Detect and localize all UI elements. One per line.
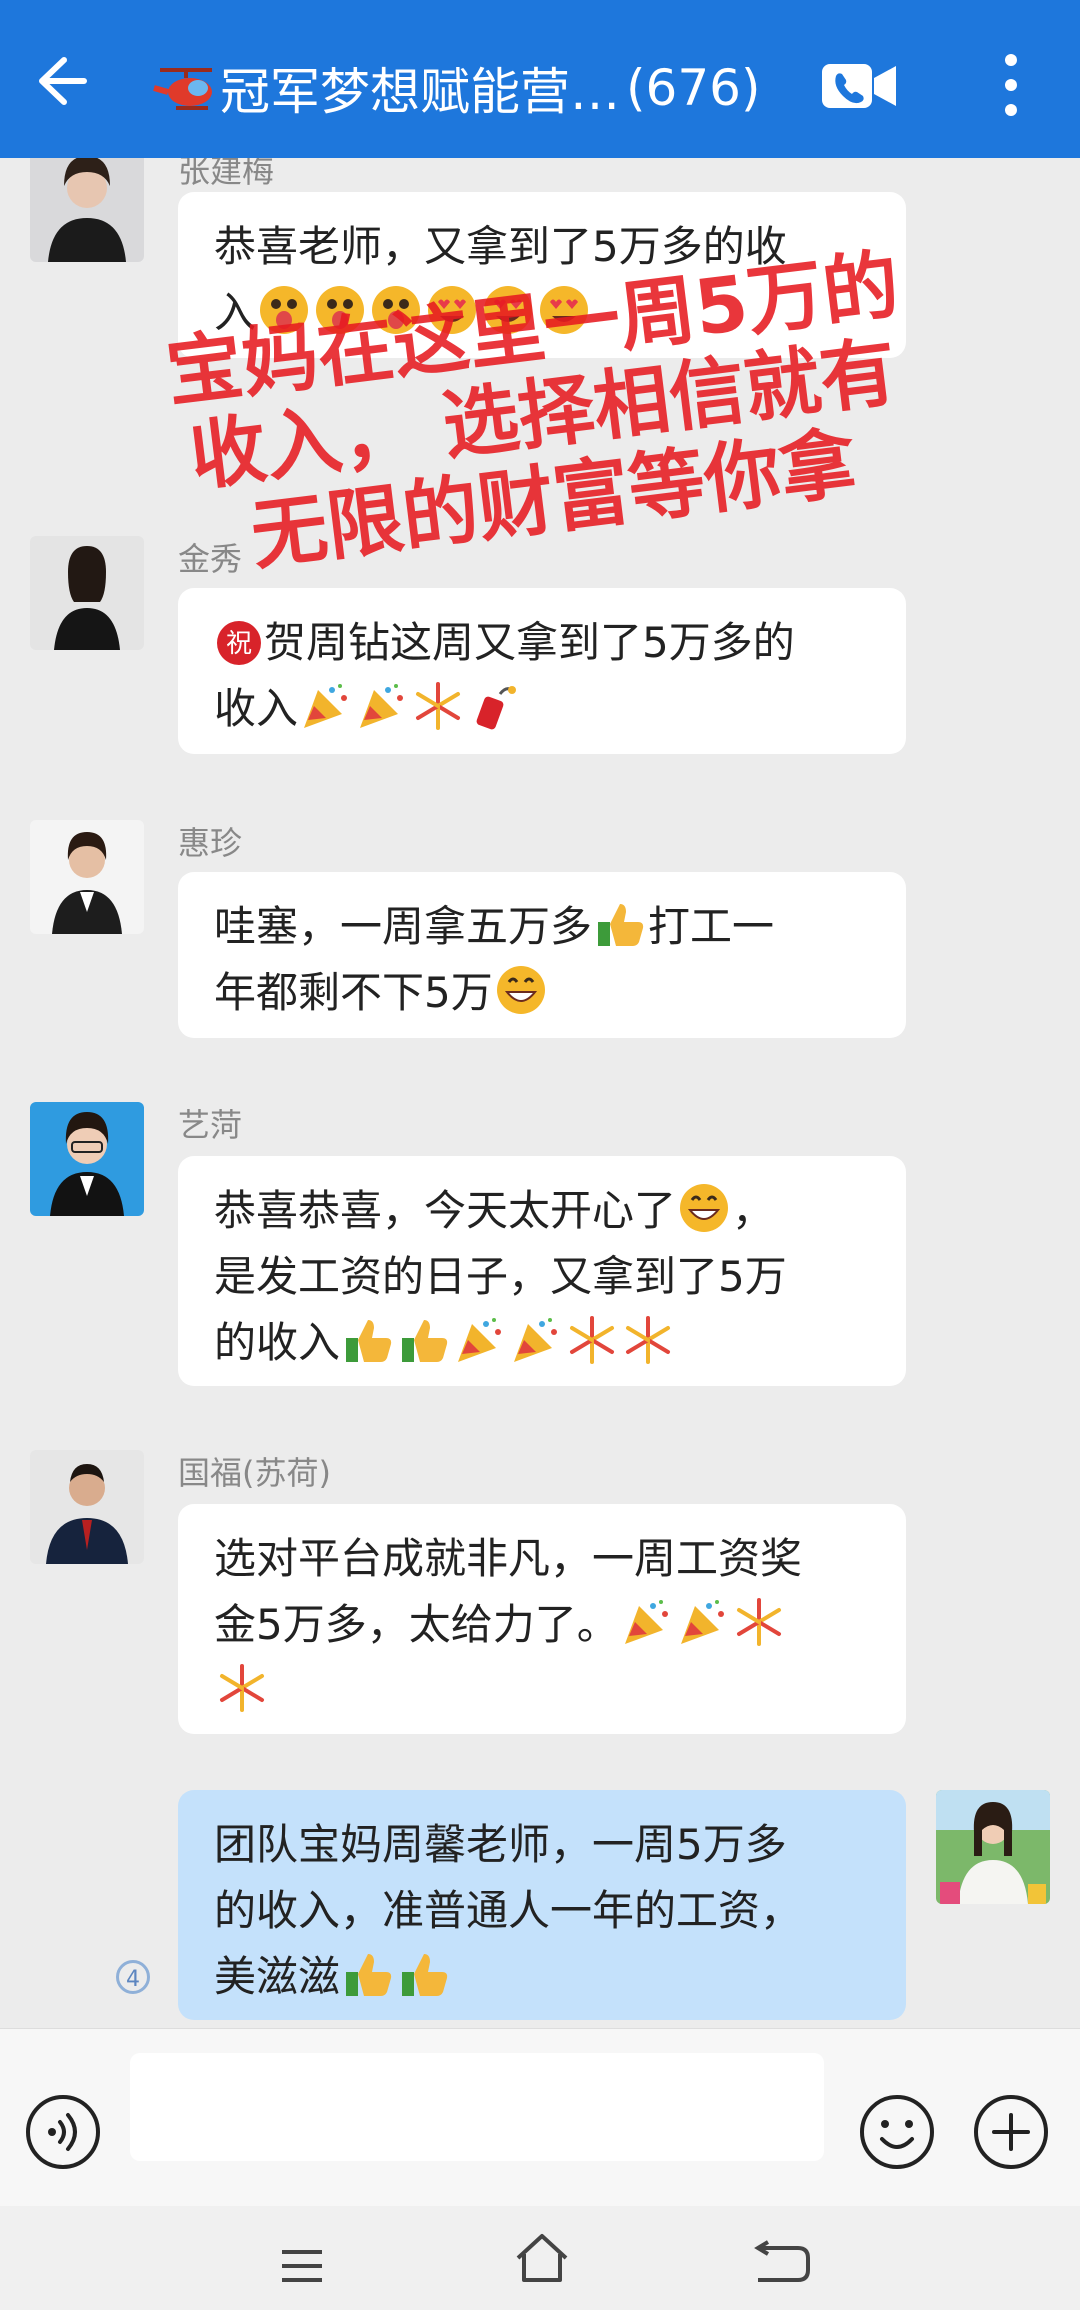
thumbs-up-icon: [402, 1320, 448, 1362]
message-bubble[interactable]: 恭喜老师，又拿到了5万多的收 入: [178, 192, 906, 358]
fireworks-icon: [626, 1316, 671, 1364]
avatar[interactable]: [936, 1790, 1050, 1904]
message-text: 恭喜老师，又拿到了5万多的收: [214, 222, 787, 271]
thumbs-up-icon: [346, 1320, 392, 1362]
voice-icon[interactable]: [24, 2093, 102, 2171]
video-call-icon[interactable]: [820, 58, 898, 114]
party-popper-icon: [458, 1318, 502, 1362]
tongue-out-emoji-icon: [316, 286, 365, 334]
system-nav-bar: [0, 2206, 1080, 2310]
tongue-out-emoji-icon: [260, 286, 309, 334]
message-bubble[interactable]: 团队宝妈周馨老师，一周5万多 的收入，准普通人一年的工资， 美滋滋: [178, 1790, 906, 2020]
message-text: 贺周钻这周又拿到了5万多的: [264, 618, 795, 667]
message-text: 哇塞，一周拿五万多: [214, 902, 593, 951]
chat-title-area[interactable]: 冠军梦想赋能营… (676): [150, 58, 761, 121]
message-bubble[interactable]: 恭喜恭喜，今天太开心了 ， 是发工资的日子，又拿到了5万 的收入: [178, 1156, 906, 1386]
avatar[interactable]: [30, 1450, 144, 1564]
avatar[interactable]: [30, 1102, 144, 1216]
grinning-emoji-icon: [496, 966, 545, 1014]
message-text: 团队宝妈周馨老师，一周5万多: [214, 1820, 787, 1869]
fireworks-icon: [220, 1664, 264, 1712]
message-text: 的收入，准普通人一年的工资，: [214, 1886, 803, 1935]
party-popper-icon: [680, 1600, 724, 1644]
grinning-emoji-icon: [680, 1184, 729, 1232]
chat-title: 冠军梦想赋能营…: [220, 63, 620, 121]
thumbs-up-icon: [346, 1954, 392, 1996]
message-text: ，: [732, 1186, 775, 1235]
back-icon[interactable]: [754, 2240, 812, 2284]
firecracker-icon: [476, 686, 517, 730]
menu-icon[interactable]: [278, 2246, 326, 2286]
member-count: (676): [626, 59, 761, 117]
input-bar: [0, 2028, 1080, 2207]
message-bubble[interactable]: 选对平台成就非凡，一周工资奖 金5万多，太给力了。: [178, 1504, 906, 1734]
sender-name: 惠珍: [178, 824, 243, 862]
plus-icon[interactable]: [972, 2093, 1050, 2171]
fireworks-icon: [416, 682, 461, 730]
message-bubble[interactable]: 祝贺周钻这周又拿到了5万多的 收入: [178, 588, 906, 754]
more-vertical-icon[interactable]: [996, 50, 1026, 120]
message-text: 美滋滋: [214, 1952, 341, 2001]
party-popper-icon: [304, 684, 348, 728]
avatar[interactable]: [30, 536, 144, 650]
message-text: 年都剩不下5万: [214, 968, 493, 1017]
sender-name: 张建梅: [178, 158, 275, 190]
message-list[interactable]: 张建梅 恭喜老师，又拿到了5万多的收 入 金秀 祝贺周钻这周又拿到了5万多的 收…: [0, 158, 1080, 2028]
emoji-icon[interactable]: [858, 2093, 936, 2171]
message-text: 的收入: [214, 1318, 341, 1367]
party-popper-icon: [624, 1600, 668, 1644]
fireworks-icon: [570, 1316, 615, 1364]
heart-eyes-emoji-icon: [484, 286, 533, 334]
helicopter-icon: [153, 68, 212, 110]
avatar[interactable]: [30, 158, 144, 262]
tongue-out-emoji-icon: [372, 286, 421, 334]
heart-eyes-emoji-icon: [540, 286, 589, 334]
message-bubble[interactable]: 哇塞，一周拿五万多 打工一 年都剩不下5万: [178, 872, 906, 1038]
thumbs-up-icon: [402, 1954, 448, 1996]
party-popper-icon: [514, 1318, 558, 1362]
party-popper-icon: [360, 684, 404, 728]
svg-text:祝: 祝: [226, 629, 252, 659]
message-text: 收入: [214, 684, 299, 733]
read-count-badge[interactable]: 4: [116, 1960, 150, 1994]
message-input[interactable]: [130, 2053, 824, 2161]
sender-name: 国福(苏荷): [178, 1454, 331, 1492]
avatar[interactable]: [30, 820, 144, 934]
message-text: 金5万多，太给力了。: [214, 1600, 619, 1649]
message-text: 恭喜恭喜，今天太开心了: [214, 1186, 677, 1235]
message-text: 是发工资的日子，又拿到了5万: [214, 1252, 787, 1301]
thumbs-up-icon: [598, 904, 644, 946]
congrats-ideograph-icon: 祝: [217, 621, 261, 665]
heart-eyes-emoji-icon: [428, 286, 477, 334]
sender-name: 金秀: [178, 540, 243, 578]
home-icon[interactable]: [512, 2232, 572, 2284]
message-text: 选对平台成就非凡，一周工资奖: [214, 1534, 803, 1583]
top-bar: 冠军梦想赋能营… (676): [0, 0, 1080, 158]
back-arrow-icon[interactable]: [30, 50, 92, 112]
sender-name: 艺菏: [178, 1106, 243, 1144]
message-text: 入: [214, 288, 257, 337]
fireworks-icon: [736, 1598, 781, 1646]
message-text: 打工一: [648, 902, 775, 951]
